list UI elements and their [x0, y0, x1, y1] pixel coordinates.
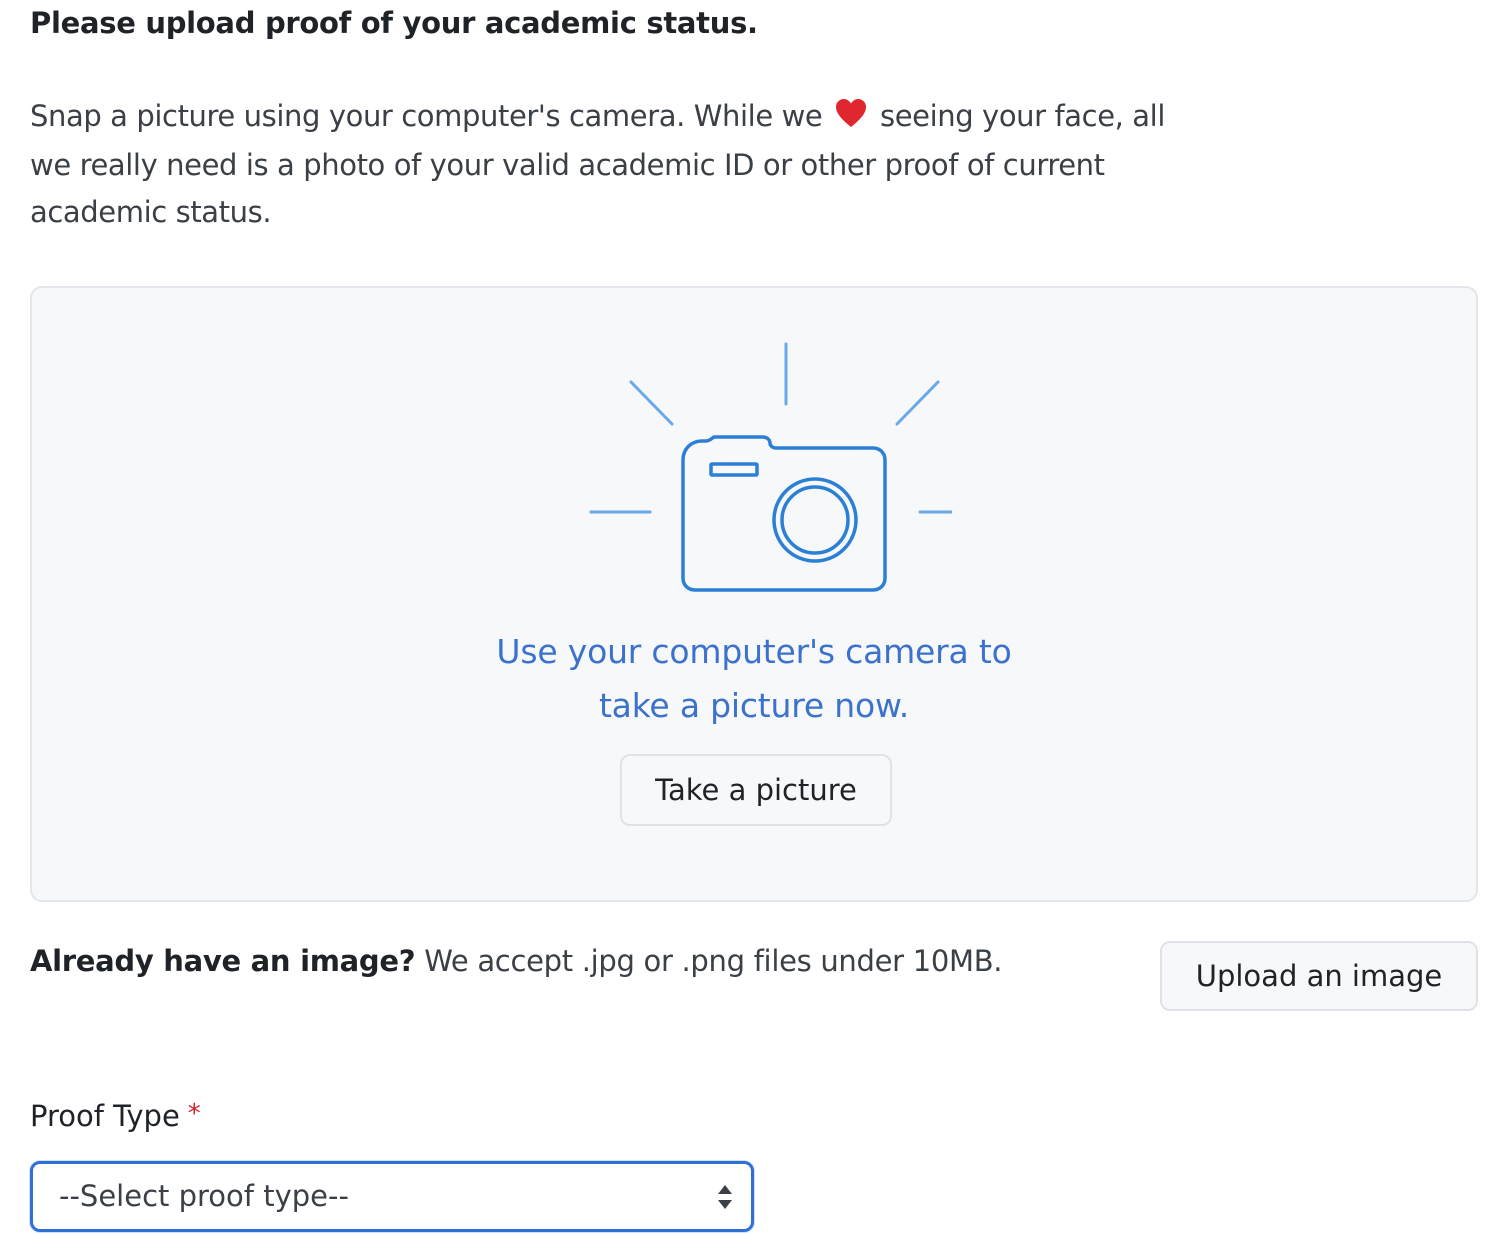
required-asterisk: * [187, 1099, 201, 1129]
camera-caption-line-2: take a picture now. [598, 686, 910, 725]
intro-text-start: Snap a picture using your computer's cam… [30, 99, 823, 133]
proof-type-label: Proof Type * [30, 1099, 201, 1133]
select-arrows-icon [715, 1183, 735, 1211]
proof-type-label-text: Proof Type [30, 1099, 180, 1133]
upload-question: Already have an image? [30, 944, 416, 978]
proof-type-select[interactable]: --Select proof type-- [30, 1161, 754, 1232]
camera-icon [560, 340, 980, 592]
upload-file-rules: We accept .jpg or .png files under 10MB. [424, 944, 1003, 978]
intro-paragraph: Snap a picture using your computer's cam… [30, 93, 1190, 236]
page-heading: Please upload proof of your academic sta… [30, 6, 758, 40]
heart-icon [835, 95, 867, 142]
take-picture-button[interactable]: Take a picture [620, 754, 892, 826]
camera-caption: Use your computer's camera to take a pic… [32, 625, 1476, 733]
upload-image-button[interactable]: Upload an image [1160, 941, 1478, 1011]
camera-caption-line-1: Use your computer's camera to [496, 632, 1012, 671]
upload-instructions: Already have an image? We accept .jpg or… [30, 944, 1003, 978]
proof-type-selected-value: --Select proof type-- [59, 1179, 349, 1213]
camera-capture-panel: Use your computer's camera to take a pic… [30, 286, 1478, 902]
flash-rays [589, 342, 980, 514]
